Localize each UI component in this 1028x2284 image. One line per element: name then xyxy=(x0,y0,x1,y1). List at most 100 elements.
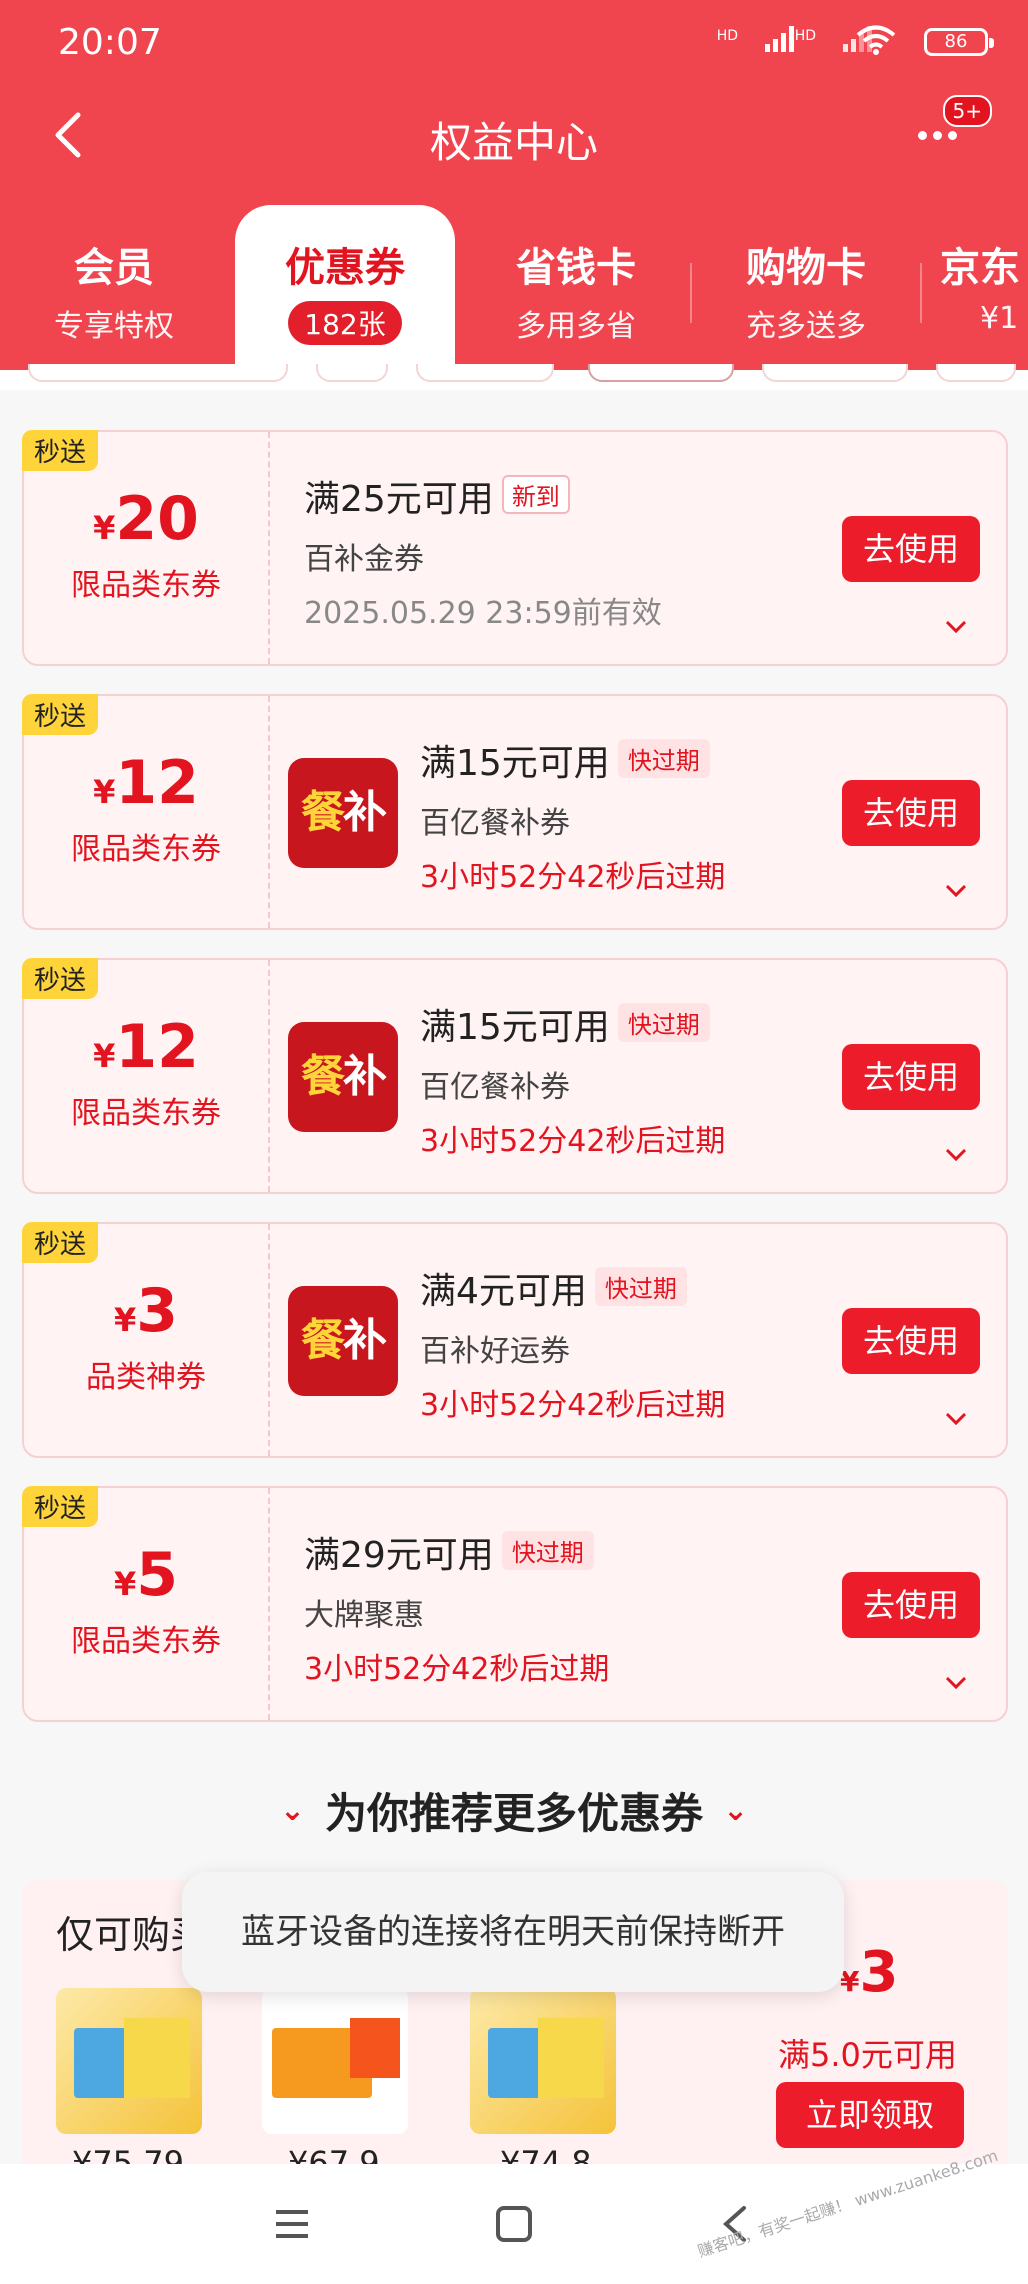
tab-label: 优惠券 xyxy=(285,245,405,291)
coupon-name: 百补金券 xyxy=(304,542,424,577)
coupon-badge: 快过期 xyxy=(594,1267,687,1306)
product-image[interactable] xyxy=(262,1988,408,2134)
message-badge: 5+ xyxy=(942,95,992,127)
coupon-amount: 3 xyxy=(136,1276,178,1346)
battery-icon: 86 xyxy=(924,28,994,56)
coupon-value: ¥12 限品类东券 xyxy=(24,960,270,1192)
coupon-card[interactable]: 秒送 ¥5 限品类东券 满29元可用 快过期 大牌聚惠 3小时52分42秒后过期 … xyxy=(22,1486,1008,1722)
status-bar: 20:07 HD HD 86 xyxy=(58,18,994,68)
bluetooth-toast: 蓝牙设备的连接将在明天前保持断开 xyxy=(182,1872,844,1992)
tab-sub: 充多送多 xyxy=(746,309,866,344)
top-bar: 权益中心 5+ xyxy=(0,95,1028,175)
coupon-condition: 满4元可用 xyxy=(420,1271,587,1312)
tab-saving-card[interactable]: 省钱卡 多用多省 xyxy=(476,235,676,345)
tab-divider xyxy=(690,263,692,323)
tab-label: 省钱卡 xyxy=(516,245,636,291)
coupon-value: ¥20 限品类东券 xyxy=(24,432,270,664)
claim-button[interactable]: 立即领取 xyxy=(776,2082,964,2148)
coupon-info: 满25元可用 新到 百补金券 2025.05.29 23:59前有效 xyxy=(304,470,662,632)
coupon-amount: 20 xyxy=(115,484,199,554)
coupon-condition: 满29元可用 xyxy=(304,1535,494,1576)
tab-sub: 专享特权 xyxy=(54,309,174,344)
category-tabs: 会员 专享特权 优惠券 182张 省钱卡 多用多省 购物卡 充多送多 京东 ¥1 xyxy=(0,205,1028,370)
use-button[interactable]: 去使用 xyxy=(842,516,980,582)
filter-strip xyxy=(0,364,1028,390)
coupon-condition: 满15元可用 xyxy=(420,743,610,784)
meal-subsidy-logo: 餐补 xyxy=(288,1022,398,1132)
use-button[interactable]: 去使用 xyxy=(842,780,980,846)
logo-text-2: 补 xyxy=(343,787,387,838)
coupon-amount: 12 xyxy=(115,748,199,818)
coupon-badge: 快过期 xyxy=(617,1003,710,1042)
tab-label: 会员 xyxy=(74,245,154,291)
product-image[interactable] xyxy=(470,1988,616,2134)
coupon-value: ¥5 限品类东券 xyxy=(24,1488,270,1720)
recommend-title-text: 为你推荐更多优惠券 xyxy=(324,1789,703,1838)
tab-sub: 多用多省 xyxy=(516,309,636,344)
chevron-down-icon[interactable] xyxy=(944,1674,968,1692)
chevron-down-icon[interactable] xyxy=(944,1410,968,1428)
header: 20:07 HD HD 86 权益中心 5+ 会员 专享特权 优惠券 182张 … xyxy=(0,0,1028,370)
coupon-card[interactable]: 秒送 ¥3 品类神券 餐补 满4元可用 快过期 百补好运券 3小时52分42秒后过… xyxy=(22,1222,1008,1458)
coupon-scope: 限品类东券 xyxy=(71,1624,221,1659)
tab-label: 京东 xyxy=(940,245,1020,291)
logo-text-2: 补 xyxy=(343,1051,387,1102)
coupon-countdown: 3小时52分42秒后过期 xyxy=(420,1124,726,1159)
currency: ¥ xyxy=(93,1037,116,1075)
tab-shopping-card[interactable]: 购物卡 充多送多 xyxy=(706,235,906,345)
signal-icon xyxy=(765,26,794,52)
coupon-badge: 新到 xyxy=(501,475,570,514)
logo-text-1: 餐 xyxy=(301,1051,345,1102)
coupon-condition: 满15元可用 xyxy=(420,1007,610,1048)
tab-coupon[interactable]: 优惠券 182张 xyxy=(235,205,455,370)
tab-jd[interactable]: 京东 ¥1 xyxy=(940,235,1028,336)
currency: ¥ xyxy=(113,1565,137,1603)
menu-icon[interactable] xyxy=(272,2204,312,2244)
chevron-down-icon[interactable] xyxy=(944,882,968,900)
more-icon[interactable] xyxy=(918,125,968,145)
status-time: 20:07 xyxy=(58,22,162,63)
logo-text-1: 餐 xyxy=(301,787,345,838)
chevron-down-icon[interactable] xyxy=(944,1146,968,1164)
coupon-scope: 品类神券 xyxy=(86,1360,206,1395)
coupon-amount: 3 xyxy=(859,1940,899,2005)
coupon-info: 满15元可用 快过期 百亿餐补券 3小时52分42秒后过期 xyxy=(420,734,725,896)
tab-label: 购物卡 xyxy=(746,245,866,291)
logo-text-1: 餐 xyxy=(301,1315,345,1366)
coupon-name: 百亿餐补券 xyxy=(420,806,570,841)
coupon-name: 大牌聚惠 xyxy=(304,1598,424,1633)
use-button[interactable]: 去使用 xyxy=(842,1308,980,1374)
coupon-name: 百补好运券 xyxy=(420,1334,570,1369)
chevron-down-icon[interactable] xyxy=(944,618,968,636)
currency: ¥ xyxy=(93,773,116,811)
recommend-condition: 满5.0元可用 xyxy=(778,2036,957,2074)
coupon-card[interactable]: 秒送 ¥12 限品类东券 餐补 满15元可用 快过期 百亿餐补券 3小时52分42… xyxy=(22,958,1008,1194)
coupon-value: ¥3 品类神券 xyxy=(24,1224,270,1456)
recommend-title: ⌄ 为你推荐更多优惠券 ⌄ xyxy=(0,1780,1028,1841)
use-button[interactable]: 去使用 xyxy=(842,1572,980,1638)
wifi-icon xyxy=(856,25,896,55)
coupon-info: 满29元可用 快过期 大牌聚惠 3小时52分42秒后过期 xyxy=(304,1526,609,1688)
coupon-card[interactable]: 秒送 ¥20 限品类东券 满25元可用 新到 百补金券 2025.05.29 23… xyxy=(22,430,1008,666)
tab-count-badge: 182张 xyxy=(288,301,402,345)
use-button[interactable]: 去使用 xyxy=(842,1044,980,1110)
product-image[interactable] xyxy=(56,1988,202,2134)
coupon-scope: 限品类东券 xyxy=(71,832,221,867)
home-icon[interactable] xyxy=(494,2204,534,2244)
currency: ¥ xyxy=(93,509,116,547)
logo-text-2: 补 xyxy=(343,1315,387,1366)
coupon-value: ¥12 限品类东券 xyxy=(24,696,270,928)
coupon-countdown: 3小时52分42秒后过期 xyxy=(420,1388,726,1423)
chevron-down-icon: ⌄ xyxy=(279,1793,305,1828)
currency: ¥ xyxy=(113,1301,137,1339)
chevron-down-icon: ⌄ xyxy=(723,1793,749,1828)
tab-divider xyxy=(920,263,922,323)
tab-member[interactable]: 会员 专享特权 xyxy=(14,235,214,345)
coupon-info: 满4元可用 快过期 百补好运券 3小时52分42秒后过期 xyxy=(420,1262,725,1424)
coupon-validity: 2025.05.29 23:59前有效 xyxy=(304,596,662,631)
coupon-card[interactable]: 秒送 ¥12 限品类东券 餐补 满15元可用 快过期 百亿餐补券 3小时52分42… xyxy=(22,694,1008,930)
tab-sub: ¥1 xyxy=(980,301,1019,336)
coupon-name: 百亿餐补券 xyxy=(420,1070,570,1105)
recommend-amount: ¥3 xyxy=(840,1940,898,2005)
coupon-amount: 5 xyxy=(136,1540,178,1610)
